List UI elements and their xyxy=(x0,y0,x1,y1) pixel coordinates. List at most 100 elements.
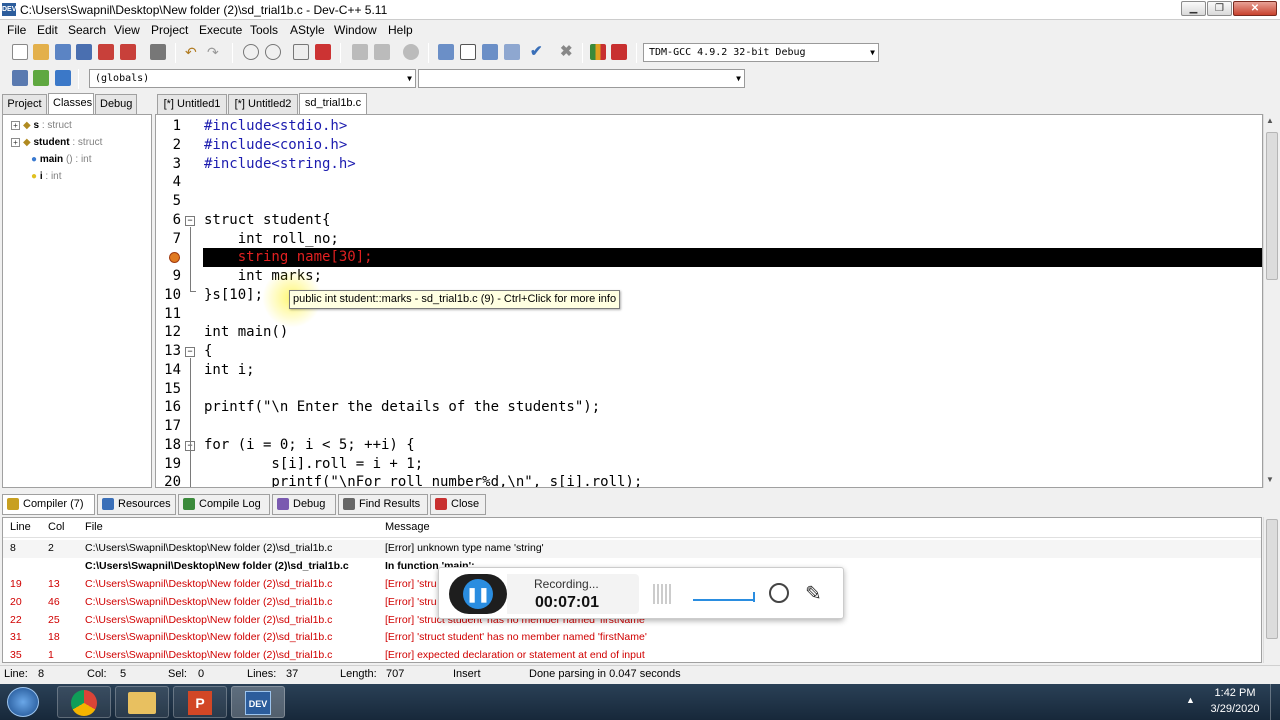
tab-untitled2[interactable]: [*] Untitled2 xyxy=(228,94,298,114)
undo-icon[interactable]: ↶ xyxy=(185,44,201,60)
column-header-file[interactable]: File xyxy=(85,521,103,533)
toggle-comment-icon[interactable] xyxy=(403,44,419,60)
print-icon[interactable] xyxy=(150,44,166,60)
menu-window[interactable]: Window xyxy=(334,23,377,37)
close-window-button[interactable]: ✕ xyxy=(1233,1,1277,16)
goto-line-icon[interactable] xyxy=(293,44,309,60)
menu-search[interactable]: Search xyxy=(68,23,106,37)
new-class-icon[interactable] xyxy=(12,70,28,86)
editor-scrollbar[interactable]: ▲ ▼ xyxy=(1263,114,1279,488)
menu-project[interactable]: Project xyxy=(151,23,188,37)
debug-icon[interactable] xyxy=(611,44,627,60)
save-all-icon[interactable] xyxy=(76,44,92,60)
tab-project[interactable]: Project xyxy=(2,94,47,114)
tab-find-results[interactable]: Find Results xyxy=(338,494,428,515)
find-icon[interactable] xyxy=(243,44,259,60)
line-number: 11 xyxy=(164,306,181,322)
menu-astyle[interactable]: AStyle xyxy=(290,23,325,37)
tab-classes[interactable]: Classes xyxy=(48,93,94,114)
title-bar: DEV C:\Users\Swapnil\Desktop\New folder … xyxy=(0,0,1280,20)
scope-select[interactable]: (globals) ▼ xyxy=(89,69,416,88)
taskbar-explorer[interactable] xyxy=(115,686,169,718)
windows-start-icon[interactable] xyxy=(7,687,39,717)
compile-icon[interactable] xyxy=(438,44,454,60)
replace-icon[interactable] xyxy=(265,44,281,60)
fold-minus-icon[interactable]: − xyxy=(185,216,195,226)
message-row[interactable]: 8 2 C:\Users\Swapnil\Desktop\New folder (2… xyxy=(3,540,1261,558)
tree-item-i[interactable]: ● i : int xyxy=(31,169,62,185)
tree-item-s[interactable]: + ◆ s : struct xyxy=(11,118,72,134)
scroll-up-icon[interactable]: ▲ xyxy=(1266,116,1274,125)
insert-code-icon[interactable] xyxy=(33,70,49,86)
show-desktop-button[interactable] xyxy=(1270,684,1280,720)
rebuild-all-icon[interactable] xyxy=(504,44,520,60)
clock-date[interactable]: 3/29/2020 xyxy=(1203,703,1267,715)
messages-scrollbar[interactable] xyxy=(1263,517,1279,663)
stop-execution-icon[interactable]: ✖ xyxy=(560,44,576,60)
member-select[interactable]: ▼ xyxy=(418,69,745,88)
compiler-select[interactable]: TDM-GCC 4.9.2 32-bit Debug ▼ xyxy=(643,43,879,62)
unindent-icon[interactable] xyxy=(352,44,368,60)
expand-icon[interactable]: + xyxy=(11,120,20,130)
restore-button[interactable]: ❐ xyxy=(1207,1,1232,16)
pause-recording-button[interactable]: ❚❚ xyxy=(449,574,507,614)
message-row[interactable]: 31 18 C:\Users\Swapnil\Desktop\New folder … xyxy=(3,629,1261,647)
tab-compiler[interactable]: Compiler (7) xyxy=(2,494,95,515)
pen-icon[interactable]: ✎ xyxy=(805,581,822,606)
hover-tooltip: public int student::marks - sd_trial1b.c… xyxy=(289,290,621,309)
taskbar-devcpp[interactable]: DEV xyxy=(231,686,285,718)
column-header-line[interactable]: Line xyxy=(10,521,31,533)
bottom-tabs: Compiler (7) Resources Compile Log Debug… xyxy=(0,492,1280,516)
scrollbar-thumb[interactable] xyxy=(1266,519,1278,639)
volume-slider[interactable] xyxy=(693,599,755,601)
menu-execute[interactable]: Execute xyxy=(199,23,242,37)
profile-icon[interactable] xyxy=(590,44,606,60)
run-icon[interactable] xyxy=(460,44,476,60)
devcpp-app-icon: DEV xyxy=(2,3,16,16)
webcam-icon[interactable] xyxy=(769,583,789,603)
taskbar-chrome[interactable] xyxy=(57,686,111,718)
redo-icon[interactable]: ↷ xyxy=(207,44,223,60)
struct-icon: ◆ xyxy=(23,120,31,131)
volume-slider-handle[interactable] xyxy=(753,592,755,602)
show-hidden-icons-icon[interactable]: ▲ xyxy=(1186,695,1195,705)
menu-edit[interactable]: Edit xyxy=(37,23,58,37)
column-header-message[interactable]: Message xyxy=(385,521,430,533)
taskbar-powerpoint[interactable]: P xyxy=(173,686,227,718)
scroll-down-icon[interactable]: ▼ xyxy=(1266,475,1274,484)
tab-debug-panel[interactable]: Debug xyxy=(95,94,137,114)
column-header-col[interactable]: Col xyxy=(48,521,65,533)
close-all-icon[interactable] xyxy=(120,44,136,60)
fold-minus-icon[interactable]: − xyxy=(185,347,195,357)
error-marker-icon[interactable] xyxy=(169,252,180,263)
line-number: 17 xyxy=(164,418,181,434)
tab-untitled1[interactable]: [*] Untitled1 xyxy=(157,94,227,114)
save-icon[interactable] xyxy=(55,44,71,60)
goto-bookmark-icon[interactable] xyxy=(315,44,331,60)
tab-close[interactable]: Close xyxy=(430,494,486,515)
clock-time[interactable]: 1:42 PM xyxy=(1205,687,1265,699)
menu-help[interactable]: Help xyxy=(388,23,413,37)
scrollbar-thumb[interactable] xyxy=(1266,132,1278,280)
compile-run-icon[interactable] xyxy=(482,44,498,60)
new-file-icon[interactable] xyxy=(12,44,28,60)
menu-tools[interactable]: Tools xyxy=(250,23,278,37)
minimize-button[interactable]: ▁ xyxy=(1181,1,1206,16)
status-mode: Insert xyxy=(453,668,481,680)
code-line: printf("\n Enter the details of the stud… xyxy=(204,399,601,415)
menu-file[interactable]: File xyxy=(7,23,26,37)
tab-resources[interactable]: Resources xyxy=(97,494,176,515)
close-file-icon[interactable] xyxy=(98,44,114,60)
tab-sd-trial1b[interactable]: sd_trial1b.c xyxy=(299,93,367,114)
bookmark-icon[interactable] xyxy=(55,70,71,86)
tree-item-main[interactable]: ● main () : int xyxy=(31,152,92,168)
open-folder-icon[interactable] xyxy=(33,44,49,60)
syntax-check-icon[interactable]: ✔ xyxy=(530,44,546,60)
tree-item-student[interactable]: + ◆ student : struct xyxy=(11,135,102,151)
message-row[interactable]: 35 1 C:\Users\Swapnil\Desktop\New folder (… xyxy=(3,647,1261,662)
expand-icon[interactable]: + xyxy=(11,137,20,147)
tab-debug[interactable]: Debug xyxy=(272,494,336,515)
indent-icon[interactable] xyxy=(374,44,390,60)
menu-view[interactable]: View xyxy=(114,23,140,37)
tab-compile-log[interactable]: Compile Log xyxy=(178,494,270,515)
